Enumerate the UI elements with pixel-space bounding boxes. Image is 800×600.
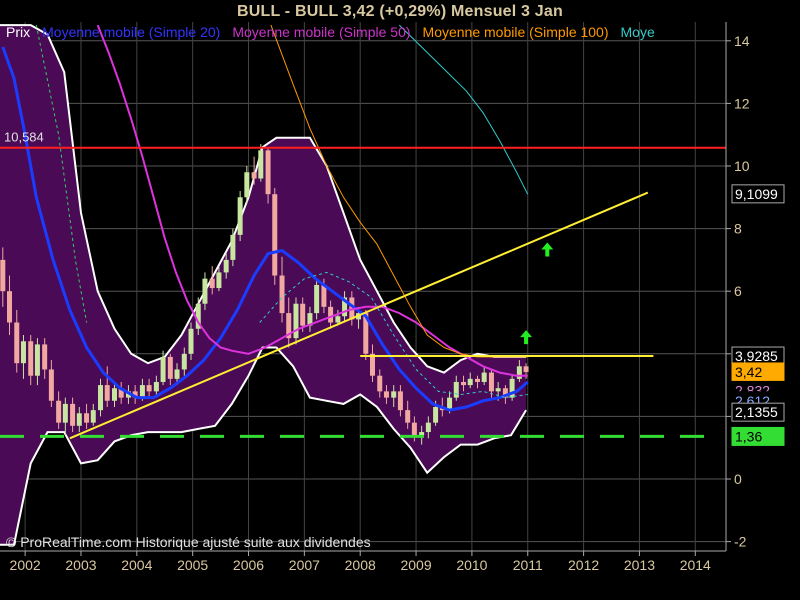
candle-body	[56, 400, 62, 423]
legend-item-ma20: Moyenne mobile (Simple 20)	[42, 24, 221, 40]
x-tick-label: 2013	[624, 557, 655, 573]
candle-body	[42, 344, 48, 370]
y-tick-label: 10	[734, 158, 750, 174]
x-tick-label: 2008	[345, 557, 376, 573]
candle-body	[48, 369, 54, 401]
x-tick-label: 2004	[121, 557, 152, 573]
candle-body	[293, 303, 299, 339]
chart-background	[0, 0, 800, 600]
price-label: 9,1099	[735, 186, 778, 202]
candle-body	[258, 150, 264, 179]
chart-title: BULL - BULL 3,42 (+0,29%) Mensuel 3 Jan	[237, 3, 563, 20]
y-tick-label: 0	[734, 471, 742, 487]
x-tick-label: 2009	[400, 557, 431, 573]
y-tick-label: 12	[734, 95, 750, 111]
chart-legend: Prix Moyenne mobile (Simple 20) Moyenne mo…	[6, 24, 667, 40]
candle-body	[488, 372, 494, 392]
candle-body	[160, 356, 166, 382]
candle-body	[251, 172, 257, 179]
candle-body	[84, 413, 90, 423]
candle-body	[523, 366, 529, 372]
price-label: 3,42	[735, 364, 762, 380]
candle-body	[265, 150, 271, 195]
candle-body	[314, 284, 320, 314]
candle-body	[411, 422, 417, 436]
candle-body	[383, 391, 389, 398]
price-label: 2,1355	[735, 404, 778, 420]
candle-body	[14, 322, 20, 364]
candle-body	[230, 234, 236, 260]
x-tick-label: 2011	[513, 557, 543, 573]
candle-body	[335, 316, 341, 323]
y-tick-label: 6	[734, 283, 742, 299]
candle-body	[433, 407, 439, 423]
candle-body	[425, 422, 431, 433]
candle-body	[272, 194, 278, 276]
copyright-note: © ProRealTime.com Historique ajusté suit…	[6, 534, 371, 550]
candle-body	[369, 353, 375, 376]
y-tick-label: -2	[734, 534, 747, 550]
price-chart[interactable]: 10,584-202468101214200220032004200520062…	[0, 0, 800, 600]
candle-body	[300, 303, 306, 326]
price-label: 1,36	[735, 428, 762, 444]
legend-item-prix: Prix	[6, 24, 31, 40]
candle-body	[461, 381, 467, 386]
candle-body	[111, 388, 117, 401]
x-tick-label: 2006	[233, 557, 264, 573]
candle-body	[90, 410, 96, 423]
candle-body	[139, 385, 145, 398]
candle-body	[244, 172, 250, 198]
candle-body	[153, 381, 159, 392]
candle-body	[98, 385, 104, 411]
candle-body	[453, 381, 459, 398]
candle-body	[328, 306, 334, 323]
candle-body	[209, 278, 215, 289]
x-tick-label: 2003	[65, 557, 96, 573]
candle-body	[419, 432, 425, 436]
candle-body	[76, 413, 82, 426]
x-tick-label: 2014	[680, 557, 711, 573]
candle-body	[481, 372, 487, 382]
candle-body	[223, 259, 229, 273]
price-label: 3,9285	[735, 348, 778, 364]
candle-body	[216, 272, 222, 289]
x-tick-label: 2010	[456, 557, 487, 573]
candle-body	[146, 385, 152, 392]
x-tick-label: 2005	[177, 557, 208, 573]
candle-body	[181, 353, 187, 370]
candle-body	[104, 385, 110, 401]
candle-body	[167, 356, 173, 379]
candle-body	[188, 328, 194, 354]
candle-body	[516, 366, 522, 379]
y-tick-label: 14	[734, 33, 750, 49]
candle-body	[62, 403, 68, 423]
candle-body	[321, 284, 327, 307]
x-tick-label: 2012	[568, 557, 599, 573]
annotation-label: 10,584	[4, 130, 44, 145]
candle-body	[237, 197, 243, 235]
legend-item-ma50: Moyenne mobile (Simple 50)	[232, 24, 411, 40]
legend-item-ma200: Moye	[620, 24, 655, 40]
x-tick-label: 2002	[10, 557, 41, 573]
candle-body	[405, 410, 411, 423]
candle-body	[174, 369, 180, 379]
candle-body	[70, 403, 76, 426]
candle-body	[377, 375, 383, 392]
y-tick-label: 8	[734, 221, 742, 237]
candle-body	[20, 341, 26, 364]
candle-body	[202, 278, 208, 304]
candle-body	[34, 344, 40, 376]
candle-body	[397, 391, 403, 411]
candle-body	[0, 259, 6, 292]
candle-body	[6, 291, 12, 323]
legend-item-ma100: Moyenne mobile (Simple 100)	[422, 24, 609, 40]
candle-body	[474, 378, 480, 382]
candle-body	[391, 391, 397, 398]
candle-body	[495, 388, 501, 392]
candle-body	[279, 275, 285, 314]
candle-body	[467, 378, 473, 386]
x-tick-label: 2007	[289, 557, 320, 573]
candle-body	[28, 341, 34, 376]
